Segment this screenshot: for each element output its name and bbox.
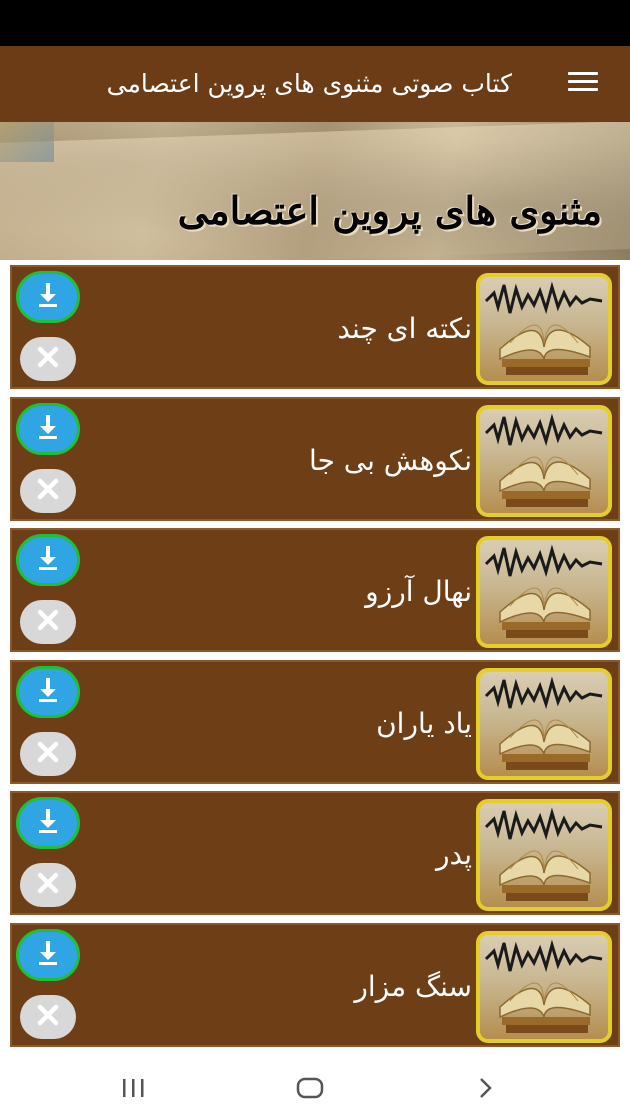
close-icon — [33, 1000, 63, 1034]
download-button[interactable] — [16, 534, 80, 586]
delete-button[interactable] — [20, 994, 76, 1039]
item-title: نکته ای چند — [337, 312, 472, 345]
download-icon — [33, 675, 63, 709]
hamburger-menu-icon[interactable] — [568, 72, 600, 96]
book-soundwave-image — [476, 404, 612, 517]
download-icon — [33, 412, 63, 446]
list-item[interactable]: سنگ مزار — [10, 922, 620, 1047]
delete-button[interactable] — [20, 731, 76, 776]
header-banner-image: مثنوی های پروین اعتصامی — [0, 122, 630, 260]
download-icon — [33, 280, 63, 314]
download-button[interactable] — [16, 928, 80, 981]
download-button[interactable] — [16, 402, 80, 455]
item-title: نکوهش بی جا — [309, 443, 472, 477]
download-button[interactable] — [16, 665, 80, 718]
book-soundwave-image — [476, 273, 612, 385]
close-icon — [33, 868, 63, 902]
status-bar — [0, 0, 630, 46]
item-title: پدر — [435, 838, 472, 871]
close-icon — [33, 737, 63, 771]
book-soundwave-image — [476, 667, 612, 780]
banner-title: مثنوی های پروین اعتصامی — [177, 188, 602, 233]
delete-button[interactable] — [20, 600, 76, 644]
delete-button[interactable] — [20, 337, 76, 381]
download-icon — [33, 543, 63, 577]
book-soundwave-image — [476, 930, 612, 1043]
list-item[interactable]: پدر — [10, 791, 620, 915]
home-icon[interactable] — [290, 1070, 330, 1106]
delete-button[interactable] — [20, 468, 76, 513]
book-soundwave-image — [476, 799, 612, 911]
item-title: نهال آرزو — [365, 575, 472, 608]
item-title: یاد یاران — [376, 706, 472, 740]
list-item[interactable]: یاد یاران — [10, 659, 620, 784]
back-icon[interactable] — [466, 1070, 506, 1106]
system-nav-bar — [0, 1056, 630, 1120]
list-item[interactable]: نکته ای چند — [10, 265, 620, 389]
download-icon — [33, 806, 63, 840]
close-icon — [33, 342, 63, 376]
book-soundwave-image — [476, 536, 612, 648]
download-icon — [33, 938, 63, 972]
close-icon — [33, 605, 63, 639]
recent-apps-icon[interactable] — [114, 1070, 154, 1106]
list-item[interactable]: نهال آرزو — [10, 528, 620, 652]
download-button[interactable] — [16, 271, 80, 323]
close-icon — [33, 474, 63, 508]
delete-button[interactable] — [20, 863, 76, 907]
item-title: سنگ مزار — [354, 969, 472, 1003]
list-item[interactable]: نکوهش بی جا — [10, 396, 620, 521]
download-button[interactable] — [16, 797, 80, 849]
app-title: کتاب صوتی مثنوی های پروین اعتصامی — [106, 69, 512, 98]
app-bar: کتاب صوتی مثنوی های پروین اعتصامی — [0, 46, 630, 122]
ornament-icon — [0, 122, 54, 162]
